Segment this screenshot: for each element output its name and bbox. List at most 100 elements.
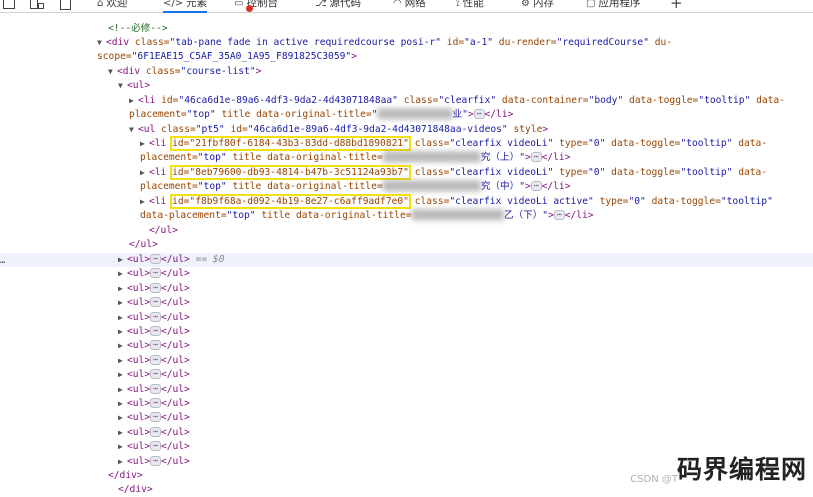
collapse-triangle-icon[interactable]: ▶ [118, 354, 127, 368]
tree-node-ul-collapsed[interactable]: ▶ <ul> ⋯ </ul> [0, 411, 813, 425]
collapse-triangle-icon[interactable]: ▶ [118, 455, 127, 469]
expand-triangle-icon[interactable]: ▼ [118, 79, 127, 93]
ellipsis-badge[interactable]: ⋯ [150, 268, 161, 279]
ellipsis-badge[interactable]: ⋯ [150, 354, 161, 365]
code-icon: </> [163, 0, 184, 9]
collapse-triangle-icon[interactable]: ▶ [118, 325, 127, 339]
device-toggle-icon[interactable] [30, 0, 44, 10]
tree-node-ul-collapsed[interactable]: ▶ <ul> ⋯ </ul> [0, 339, 813, 353]
tree-node-course-list[interactable]: ▼ <div class="course-list"> [0, 65, 813, 79]
collapse-triangle-icon[interactable]: ▶ [118, 339, 127, 353]
tree-node-ul-collapsed[interactable]: ▶ <ul> ⋯ </ul> [0, 311, 813, 325]
tree-node-video-li[interactable]: ▶ <li id="8eb79600-db93-4814-b47b-3c51124… [140, 165, 800, 195]
ellipsis-badge[interactable]: ⋯ [530, 152, 542, 163]
tree-node-ul-collapsed[interactable]: ▶ <ul> ⋯ </ul> [0, 368, 813, 382]
collapse-triangle-icon[interactable]: ▶ [118, 253, 127, 267]
collapse-triangle-icon[interactable]: ▶ [118, 296, 127, 310]
tree-node-comment[interactable]: <!--必修--> [0, 22, 813, 36]
ellipsis-badge[interactable]: ⋯ [150, 254, 161, 264]
collapse-triangle-icon[interactable]: ▶ [118, 282, 127, 296]
comment-text: <!--必修--> [108, 23, 168, 34]
selected-node-marker: == $0 [195, 254, 225, 265]
ellipsis-badge[interactable]: ⋯ [150, 311, 161, 322]
tab-application[interactable]: ▢ 应用程序 [586, 0, 640, 11]
tree-node-ul-collapsed[interactable]: ▶ <ul> ⋯ </ul> [0, 383, 813, 397]
redacted-text: ▒▒▒▒▒▒▒▒▒▒▒▒▒▒▒▒▒ [382, 152, 481, 164]
collapse-triangle-icon[interactable]: ▶ [140, 166, 149, 180]
tab-welcome[interactable]: ⌂ 欢迎 [97, 0, 127, 11]
ellipsis-badge[interactable]: ⋯ [150, 326, 161, 336]
redacted-text: ▒▒▒▒▒▒▒▒▒▒▒▒▒ [377, 109, 453, 121]
console-error-badge [246, 5, 253, 12]
tree-node-ul-collapsed[interactable]: ▶ <ul> ⋯ </ul> == $0 [0, 253, 813, 268]
home-icon: ⌂ [97, 0, 104, 9]
redacted-text: ▒▒▒▒▒▒▒▒▒▒▒▒▒▒▒▒ [411, 210, 504, 222]
gear-icon: ⚙ [521, 0, 530, 9]
ellipsis-badge[interactable]: ⋯ [150, 340, 161, 351]
tree-node-ul-close[interactable]: </ul> [0, 224, 813, 238]
ellipsis-badge[interactable]: ⋯ [150, 441, 161, 452]
tree-node-ul[interactable]: ▼ <ul> [0, 79, 813, 93]
console-icon: ▭ [234, 0, 244, 9]
collapse-triangle-icon[interactable]: ▶ [118, 411, 127, 425]
gutter-ellipsis[interactable]: ⋯ [0, 258, 5, 268]
add-tab-button[interactable]: + [670, 0, 683, 12]
redacted-text: ▒▒▒▒▒▒▒▒▒▒▒▒▒▒▒▒▒ [382, 181, 481, 193]
tab-elements[interactable]: </> 元素 [163, 0, 208, 13]
tree-node-tab-pane-div[interactable]: ▼ <div class="tab-pane fade in active req… [97, 36, 809, 65]
tree-node-li-chapter[interactable]: ▶ <li id="46ca6d1e-89a6-4df3-9da2-4d43071… [129, 94, 809, 123]
ellipsis-badge[interactable]: ⋯ [530, 181, 542, 192]
expand-triangle-icon[interactable]: ▼ [129, 123, 138, 137]
collapse-triangle-icon[interactable]: ▶ [118, 383, 127, 397]
highlighted-id-attribute: id="8eb79600-db93-4814-b47b-3c51124a93b7… [170, 165, 411, 180]
tree-node-ul-collapsed[interactable]: ▶ <ul> ⋯ </ul> [0, 354, 813, 368]
ellipsis-badge[interactable]: ⋯ [150, 398, 161, 408]
application-icon: ▢ [586, 0, 596, 9]
tree-node-video-li[interactable]: ▶ <li id="21fbf80f-6184-43b3-83dd-d88bd18… [140, 136, 800, 166]
tree-node-ul-collapsed[interactable]: ▶ <ul> ⋯ </ul> [0, 325, 813, 339]
collapse-triangle-icon[interactable]: ▶ [118, 397, 127, 411]
watermark-csdn: CSDN @T [630, 474, 678, 485]
collapse-triangle-icon[interactable]: ▶ [140, 195, 149, 209]
tree-node-ul-close[interactable]: </ul> [0, 238, 813, 252]
expand-triangle-icon[interactable]: ▼ [97, 36, 106, 50]
highlighted-id-attribute: id="21fbf80f-6184-43b3-83dd-d88bd1890821… [170, 136, 411, 151]
tab-sources[interactable]: ⎇ 源代码 [315, 0, 361, 11]
tab-network[interactable]: ◠ 网络 [393, 0, 426, 11]
collapse-triangle-icon[interactable]: ▶ [118, 311, 127, 325]
tab-performance[interactable]: ⟟ 性能 [456, 0, 484, 11]
ellipsis-badge[interactable]: ⋯ [150, 412, 161, 423]
ellipsis-badge[interactable]: ⋯ [150, 282, 161, 293]
tree-node-video-li-active[interactable]: ▶ <li id="f8b9f68a-d092-4b19-8e27-c6aff9a… [140, 194, 800, 224]
collapse-triangle-icon[interactable]: ▶ [129, 94, 138, 108]
tree-node-ul-videos[interactable]: ▼ <ul class="pt5" id="46ca6d1e-89a6-4df3-… [0, 123, 813, 137]
tree-node-ul-collapsed[interactable]: ▶ <ul> ⋯ </ul> [0, 282, 813, 296]
ellipsis-badge[interactable]: ⋯ [150, 369, 161, 380]
performance-icon: ⟟ [456, 0, 460, 9]
inspect-icon[interactable] [3, 0, 15, 9]
tree-node-ul-collapsed[interactable]: ▶ <ul> ⋯ </ul> [0, 296, 813, 310]
ellipsis-badge[interactable]: ⋯ [150, 455, 161, 466]
tree-node-ul-collapsed[interactable]: ▶ <ul> ⋯ </ul> [0, 426, 813, 440]
sources-icon: ⎇ [315, 0, 327, 9]
ellipsis-badge[interactable]: ⋯ [150, 383, 161, 394]
collapse-triangle-icon[interactable]: ▶ [140, 137, 149, 151]
tree-node-ul-collapsed[interactable]: ▶ <ul> ⋯ </ul> [0, 397, 813, 411]
watermark-site: 码界编程网 [676, 455, 807, 484]
expand-triangle-icon[interactable]: ▼ [108, 65, 117, 79]
tree-node-ul-collapsed[interactable]: ▶ <ul> ⋯ </ul> [0, 267, 813, 281]
tab-memory[interactable]: ⚙ 内存 [521, 0, 554, 11]
ellipsis-badge[interactable]: ⋯ [150, 426, 161, 437]
tab-console[interactable]: ▭ 控制台 [234, 0, 278, 11]
devtools-toolbar: ⌂ 欢迎 </> 元素 ▭ 控制台 ⎇ 源代码 ◠ 网络 ⟟ 性能 ⚙ 内存 ▢ 应用程序 + [0, 0, 813, 13]
highlighted-id-attribute: id="f8b9f68a-d092-4b19-8e27-c6aff9adf7e0… [170, 194, 411, 209]
panel-icon[interactable] [60, 0, 71, 10]
wifi-icon: ◠ [393, 0, 402, 9]
collapse-triangle-icon[interactable]: ▶ [118, 368, 127, 382]
collapse-triangle-icon[interactable]: ▶ [118, 426, 127, 440]
ellipsis-badge[interactable]: ⋯ [150, 297, 161, 308]
collapse-triangle-icon[interactable]: ▶ [118, 267, 127, 281]
collapse-triangle-icon[interactable]: ▶ [118, 440, 127, 454]
ellipsis-badge[interactable]: ⋯ [473, 109, 485, 120]
ellipsis-badge[interactable]: ⋯ [553, 210, 565, 221]
